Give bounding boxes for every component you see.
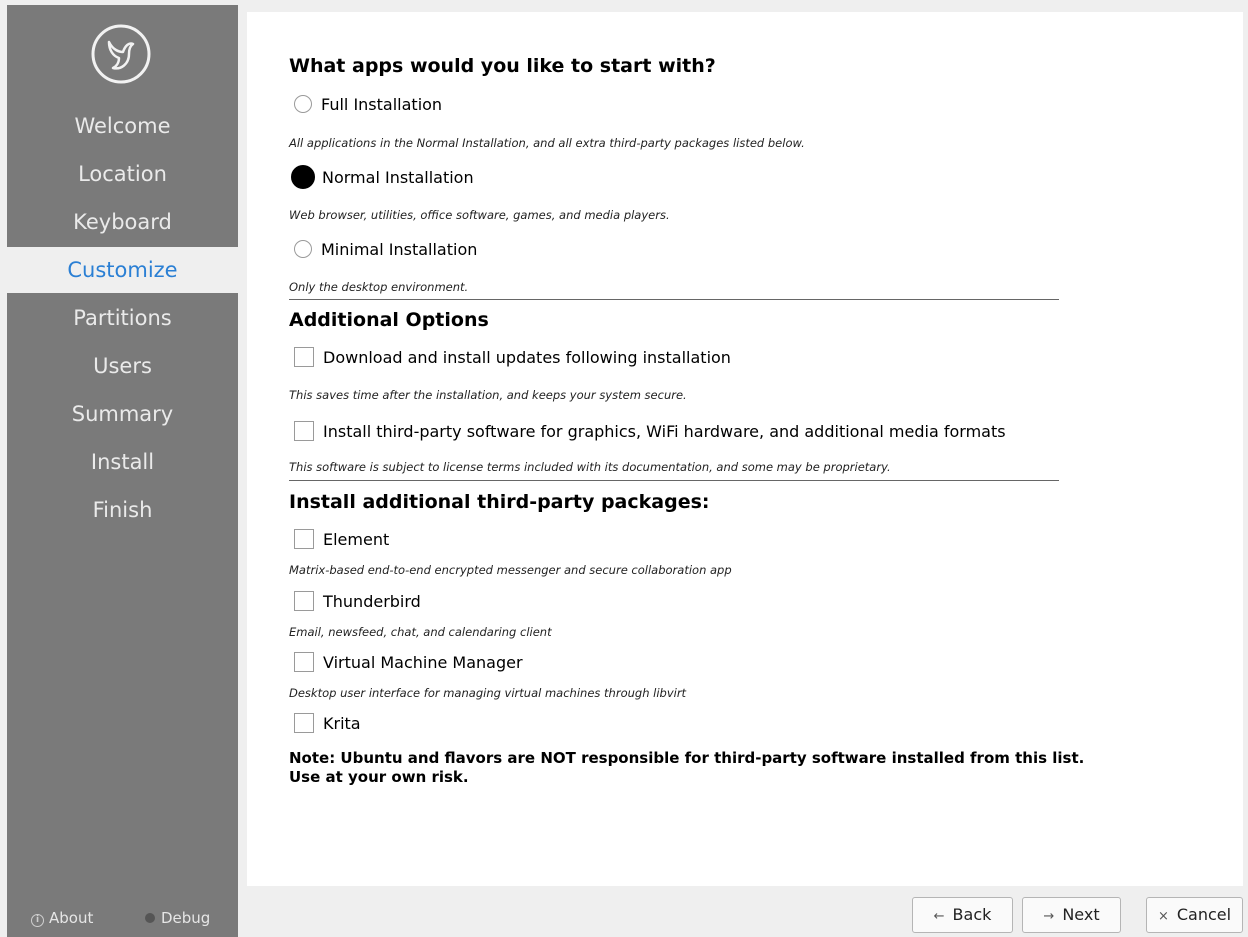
back-button[interactable]: ← Back	[912, 897, 1013, 933]
third-party-note-line2: Use at your own risk.	[289, 768, 469, 786]
about-label: About	[49, 909, 94, 927]
package-thunderbird-label: Thunderbird	[323, 591, 421, 611]
sidebar: Welcome Location Keyboard Customize Part…	[7, 5, 238, 937]
debug-button[interactable]: Debug	[145, 909, 210, 927]
normal-installation-label: Normal Installation	[322, 167, 474, 187]
sidebar-item-finish[interactable]: Finish	[7, 487, 238, 533]
normal-installation-description: Web browser, utilities, office software,…	[289, 208, 670, 222]
sidebar-item-location[interactable]: Location	[7, 151, 238, 197]
third-party-note: Note: Ubuntu and flavors are NOT respons…	[289, 749, 1109, 787]
additional-options-heading: Additional Options	[289, 309, 489, 331]
package-virt-manager-description: Desktop user interface for managing virt…	[289, 686, 687, 700]
full-installation-description: All applications in the Normal Installat…	[289, 136, 805, 150]
package-thunderbird-checkbox[interactable]: Thunderbird	[294, 590, 421, 612]
package-thunderbird-description: Email, newsfeed, chat, and calendaring c…	[289, 625, 552, 639]
radio-checked-icon	[291, 165, 315, 189]
checkbox-icon	[294, 421, 314, 441]
package-virt-manager-label: Virtual Machine Manager	[323, 652, 523, 672]
minimal-installation-description: Only the desktop environment.	[289, 280, 469, 294]
third-party-software-checkbox[interactable]: Install third-party software for graphic…	[294, 420, 1006, 442]
minimal-installation-radio[interactable]: Minimal Installation	[294, 238, 477, 260]
third-party-software-label: Install third-party software for graphic…	[323, 421, 1006, 441]
back-label: Back	[952, 905, 992, 924]
info-icon: i	[31, 914, 44, 927]
sidebar-item-install[interactable]: Install	[7, 439, 238, 485]
section-divider	[289, 480, 1059, 481]
full-installation-label: Full Installation	[321, 94, 443, 114]
radio-unchecked-icon	[294, 240, 312, 258]
section-divider	[289, 299, 1059, 300]
package-krita-label: Krita	[323, 713, 361, 733]
download-updates-checkbox[interactable]: Download and install updates following i…	[294, 346, 731, 368]
checkbox-icon	[294, 591, 314, 611]
close-icon: ×	[1157, 909, 1169, 924]
third-party-software-description: This software is subject to license term…	[289, 460, 891, 474]
main-panel: What apps would you like to start with? …	[247, 12, 1243, 886]
logo-icon	[89, 22, 153, 86]
checkbox-icon	[294, 347, 314, 367]
download-updates-description: This saves time after the installation, …	[289, 388, 687, 402]
sidebar-item-partitions[interactable]: Partitions	[7, 295, 238, 341]
sidebar-item-keyboard[interactable]: Keyboard	[7, 199, 238, 245]
sidebar-item-summary[interactable]: Summary	[7, 391, 238, 437]
packages-heading: Install additional third-party packages:	[289, 491, 710, 513]
checkbox-icon	[294, 529, 314, 549]
download-updates-label: Download and install updates following i…	[323, 347, 731, 367]
debug-icon	[145, 913, 155, 923]
checkbox-icon	[294, 713, 314, 733]
arrow-right-icon: →	[1043, 909, 1055, 924]
next-button[interactable]: → Next	[1022, 897, 1121, 933]
package-virt-manager-checkbox[interactable]: Virtual Machine Manager	[294, 651, 523, 673]
debug-label: Debug	[161, 909, 211, 927]
minimal-installation-label: Minimal Installation	[321, 239, 478, 259]
package-element-checkbox[interactable]: Element	[294, 528, 389, 550]
radio-unchecked-icon	[294, 95, 312, 113]
package-krita-checkbox[interactable]: Krita	[294, 712, 361, 734]
apps-heading: What apps would you like to start with?	[289, 55, 716, 77]
full-installation-radio[interactable]: Full Installation	[294, 93, 442, 115]
package-element-description: Matrix-based end-to-end encrypted messen…	[289, 563, 732, 577]
next-label: Next	[1062, 905, 1100, 924]
about-button[interactable]: i About	[31, 909, 93, 927]
arrow-left-icon: ←	[933, 909, 945, 924]
sidebar-item-welcome[interactable]: Welcome	[7, 103, 238, 149]
checkbox-icon	[294, 652, 314, 672]
normal-installation-radio[interactable]: Normal Installation	[291, 165, 474, 189]
third-party-note-line1: Note: Ubuntu and flavors are NOT respons…	[289, 749, 1085, 767]
cancel-button[interactable]: × Cancel	[1146, 897, 1243, 933]
cancel-label: Cancel	[1176, 905, 1232, 924]
sidebar-footer: i About Debug	[7, 899, 238, 937]
package-element-label: Element	[323, 529, 390, 549]
sidebar-item-customize[interactable]: Customize	[7, 247, 238, 293]
sidebar-item-users[interactable]: Users	[7, 343, 238, 389]
